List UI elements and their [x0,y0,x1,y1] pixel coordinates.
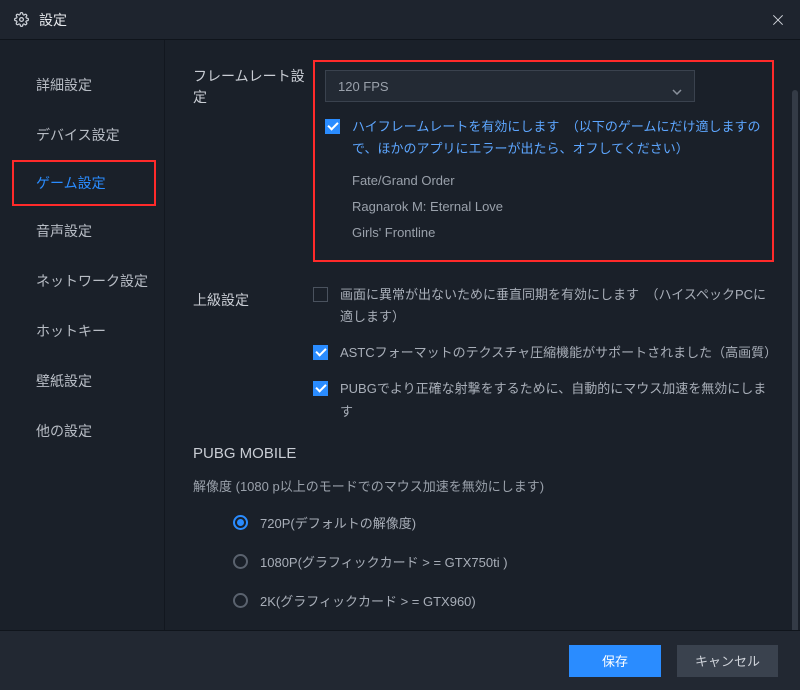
footer: 保存 キャンセル [0,630,800,690]
resolution-option-1080p[interactable]: 1080P(グラフィックカード > = GTX750ti ) [233,552,778,571]
window-title: 設定 [39,10,770,30]
close-icon[interactable] [770,12,786,28]
radio-icon [233,593,248,608]
cancel-button[interactable]: キャンセル [677,645,778,677]
sidebar-item-label: 他の設定 [36,421,92,441]
resolution-label: 720P(デフォルトの解像度) [260,513,416,532]
sidebar-item-other[interactable]: 他の設定 [0,406,164,456]
sidebar-item-label: 音声設定 [36,221,92,241]
save-button-label: 保存 [602,651,628,670]
section-label-framerate: フレームレート設定 [193,60,313,262]
sidebar-item-label: 詳細設定 [36,75,92,95]
cancel-button-label: キャンセル [695,651,760,670]
sidebar-item-label: ゲーム設定 [36,173,106,193]
gear-icon [14,12,29,27]
supported-games-list: Fate/Grand Order Ragnarok M: Eternal Lov… [352,168,762,246]
high-fps-label: ハイフレームレートを有効にします （以下のゲームにだけ適しますので、ほかのアプリ… [352,116,762,160]
vsync-label: 画面に異常が出ないために垂直同期を有効にします （ハイスペックPCに適します） [340,284,778,328]
sidebar-item-device[interactable]: デバイス設定 [0,110,164,160]
sidebar-item-network[interactable]: ネットワーク設定 [0,256,164,306]
sidebar-item-audio[interactable]: 音声設定 [0,206,164,256]
pubg-section: PUBG MOBILE 解像度 (1080 p以上のモードでのマウス加速を無効に… [193,445,778,630]
vertical-scrollbar[interactable] [792,90,798,630]
resolution-option-2k[interactable]: 2K(グラフィックカード > = GTX960) [233,591,778,610]
astc-label: ASTCフォーマットのテクスチャ圧縮機能がサポートされました（高画質） [340,342,777,364]
sidebar: 詳細設定 デバイス設定 ゲーム設定 音声設定 ネットワーク設定 ホットキー 壁紙… [0,40,165,630]
sidebar-item-detail[interactable]: 詳細設定 [0,60,164,110]
sidebar-item-game[interactable]: ゲーム設定 [12,160,156,206]
supported-game: Ragnarok M: Eternal Love [352,194,762,220]
chevron-down-icon [672,83,682,98]
resolution-label: 1080P(グラフィックカード > = GTX750ti ) [260,552,508,571]
sidebar-item-label: デバイス設定 [36,125,120,145]
framerate-highlight-frame: 120 FPS ハイフレームレートを有効にします （以下のゲームにだけ適しますの… [313,60,774,262]
sidebar-item-wallpaper[interactable]: 壁紙設定 [0,356,164,406]
vsync-checkbox[interactable] [313,287,328,302]
framerate-select-value: 120 FPS [338,79,389,94]
radio-icon [233,515,248,530]
high-fps-checkbox[interactable] [325,119,340,134]
save-button[interactable]: 保存 [569,645,661,677]
pubg-resolution-note: 解像度 (1080 p以上のモードでのマウス加速を無効にします) [193,476,778,495]
sidebar-item-hotkey[interactable]: ホットキー [0,306,164,356]
framerate-select[interactable]: 120 FPS [325,70,695,102]
resolution-option-720p[interactable]: 720P(デフォルトの解像度) [233,513,778,532]
titlebar: 設定 [0,0,800,40]
resolution-label: 2K(グラフィックカード > = GTX960) [260,591,476,610]
section-label-advanced: 上級設定 [193,284,313,422]
pubg-mouse-label: PUBGでより正確な射撃をするために、自動的にマウス加速を無効にします [340,378,778,422]
sidebar-item-label: ホットキー [36,321,106,341]
supported-game: Fate/Grand Order [352,168,762,194]
radio-icon [233,554,248,569]
content-pane: フレームレート設定 120 FPS ハイフレームレートを有効にします （以下のゲ… [165,40,800,630]
pubg-mouse-checkbox[interactable] [313,381,328,396]
supported-game: Girls' Frontline [352,220,762,246]
astc-checkbox[interactable] [313,345,328,360]
sidebar-item-label: ネットワーク設定 [36,271,148,291]
sidebar-item-label: 壁紙設定 [36,371,92,391]
pubg-title: PUBG MOBILE [193,445,778,462]
